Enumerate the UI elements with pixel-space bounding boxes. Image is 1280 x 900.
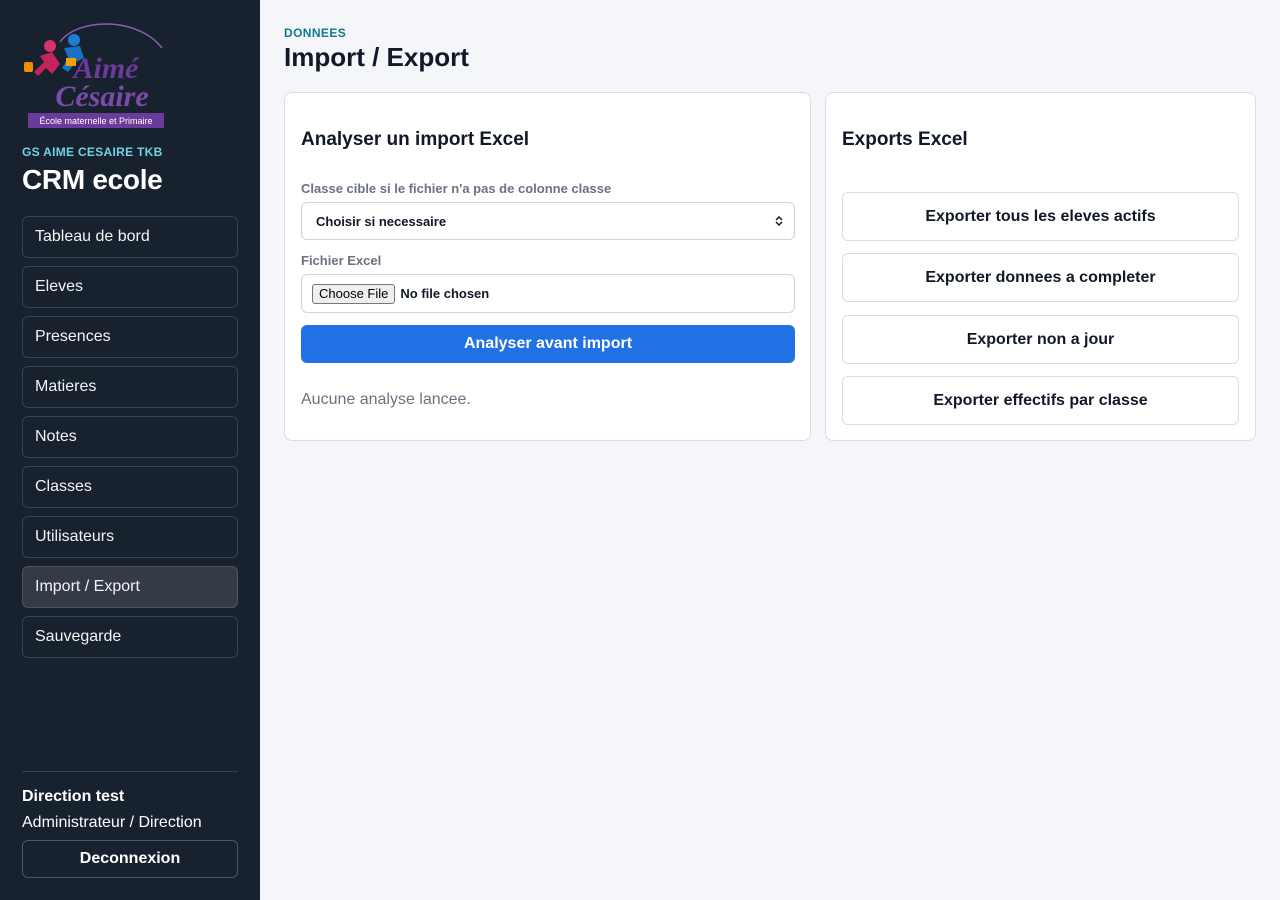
- analyze-import-button[interactable]: Analyser avant import: [301, 325, 795, 363]
- sidebar-divider: [22, 771, 238, 772]
- export-active-students-button[interactable]: Exporter tous les eleves actifs: [842, 192, 1239, 241]
- analysis-empty-state: Aucune analyse lancee.: [301, 391, 471, 408]
- logo-text-line2: Césaire: [55, 80, 148, 113]
- sidebar-item-matieres[interactable]: Matieres: [22, 366, 238, 408]
- file-input-label: Fichier Excel: [301, 253, 382, 268]
- school-logo: Aimé Césaire École maternelle et Primair…: [22, 22, 166, 130]
- file-status: No file chosen: [400, 286, 490, 301]
- sidebar-item-tableau-de-bord[interactable]: Tableau de bord: [22, 216, 238, 258]
- logout-button[interactable]: Deconnexion: [22, 840, 238, 878]
- class-select-value: Choisir si necessaire: [316, 213, 447, 229]
- sidebar-item-notes[interactable]: Notes: [22, 416, 238, 458]
- export-class-headcount-button[interactable]: Exporter effectifs par classe: [842, 376, 1239, 425]
- sidebar-nav: Tableau de bord Eleves Presences Matiere…: [22, 216, 238, 666]
- export-card: Exports Excel Exporter tous les eleves a…: [825, 92, 1256, 441]
- app-title: CRM ecole: [22, 164, 163, 195]
- class-select-label: Classe cible si le fichier n'a pas de co…: [301, 181, 612, 196]
- class-select[interactable]: Choisir si necessaire: [301, 202, 795, 240]
- export-data-to-complete-button[interactable]: Exporter donnees a completer: [842, 253, 1239, 302]
- file-input[interactable]: Choose File No file chosen: [301, 274, 795, 313]
- export-not-up-to-date-button[interactable]: Exporter non a jour: [842, 315, 1239, 364]
- sidebar-item-classes[interactable]: Classes: [22, 466, 238, 508]
- sidebar-item-eleves[interactable]: Eleves: [22, 266, 238, 308]
- sidebar-item-sauvegarde[interactable]: Sauvegarde: [22, 616, 238, 658]
- sidebar-item-import-export[interactable]: Import / Export: [22, 566, 238, 608]
- sidebar-item-utilisateurs[interactable]: Utilisateurs: [22, 516, 238, 558]
- user-role: Administrateur / Direction: [22, 814, 202, 831]
- import-card-title: Analyser un import Excel: [301, 129, 530, 150]
- choose-file-button[interactable]: Choose File: [312, 283, 396, 304]
- sidebar-item-presences[interactable]: Presences: [22, 316, 238, 358]
- page-title: Import / Export: [284, 42, 469, 72]
- school-name: GS AIME CESAIRE TKB: [22, 145, 163, 159]
- import-card: Analyser un import Excel Classe cible si…: [284, 92, 811, 441]
- export-card-title: Exports Excel: [842, 129, 968, 150]
- user-name: Direction test: [22, 788, 125, 805]
- select-arrows-icon: [775, 215, 783, 227]
- logo-tagline: École maternelle et Primaire: [39, 116, 152, 126]
- section-eyebrow: DONNEES: [284, 26, 347, 40]
- sidebar: Aimé Césaire École maternelle et Primair…: [0, 0, 260, 900]
